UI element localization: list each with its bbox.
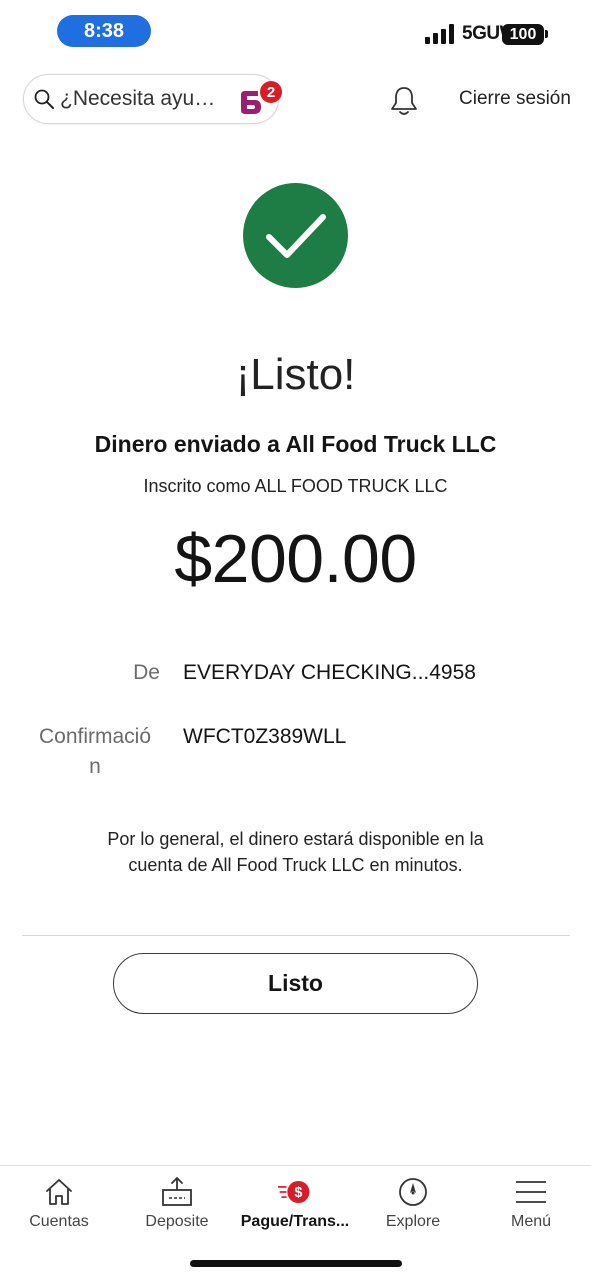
home-indicator: [190, 1260, 402, 1267]
pay-transfer-icon: $: [278, 1180, 310, 1204]
battery-tip: [545, 30, 548, 38]
status-bar: 8:38 5GUW 100: [0, 0, 591, 60]
svg-text:$: $: [294, 1185, 302, 1201]
availability-note: Por lo general, el dinero estará disponi…: [107, 829, 484, 875]
success-headline: ¡Listo!: [235, 350, 356, 399]
notification-count-badge: 2: [260, 81, 282, 103]
nav-item-explore[interactable]: Explore: [354, 1166, 472, 1246]
search-icon: [34, 89, 54, 109]
checkmark-icon: [265, 213, 326, 258]
compass-icon: [399, 1178, 427, 1206]
success-badge: [243, 183, 348, 288]
from-account: EVERYDAY CHECKING...4958: [183, 661, 476, 684]
done-button[interactable]: Listo: [113, 953, 478, 1014]
help-search[interactable]: ¿Necesita ayu… 2: [23, 74, 282, 124]
confirmation-number: WFCT0Z389WLL: [183, 725, 347, 748]
confirmation-label: Confirmació n: [38, 725, 152, 778]
transfer-amount: $200.00: [174, 521, 417, 597]
fargo-assistant-button[interactable]: 2: [238, 81, 282, 115]
nav-label: Cuentas: [29, 1213, 89, 1230]
bell-icon[interactable]: [389, 85, 419, 117]
status-time: 8:38: [57, 15, 151, 47]
deposit-icon: [162, 1177, 192, 1206]
nav-label: Explore: [385, 1213, 441, 1230]
nav-item-pague-trans[interactable]: $ Pague/Trans...: [236, 1166, 354, 1246]
enrolled-line: Inscrito como ALL FOOD TRUCK LLC: [143, 476, 448, 496]
home-icon: [46, 1179, 72, 1205]
menu-icon: [516, 1181, 546, 1203]
nav-item-menu[interactable]: Menú: [472, 1166, 590, 1246]
search-placeholder: ¿Necesita ayu…: [60, 87, 216, 110]
nav-label: Pague/Trans...: [240, 1213, 350, 1230]
from-label: De: [133, 661, 160, 684]
nav-label: Menú: [510, 1213, 552, 1230]
battery-indicator: 100: [502, 24, 544, 45]
divider: [22, 935, 570, 936]
signal-icon: [425, 24, 454, 44]
nav-item-deposite[interactable]: Deposite: [118, 1166, 236, 1246]
recipient-line: Dinero enviado a All Food Truck LLC: [94, 431, 497, 457]
logout-link[interactable]: Cierre sesión: [459, 88, 571, 110]
nav-label: Deposite: [145, 1213, 209, 1230]
nav-item-cuentas[interactable]: Cuentas: [0, 1166, 118, 1246]
